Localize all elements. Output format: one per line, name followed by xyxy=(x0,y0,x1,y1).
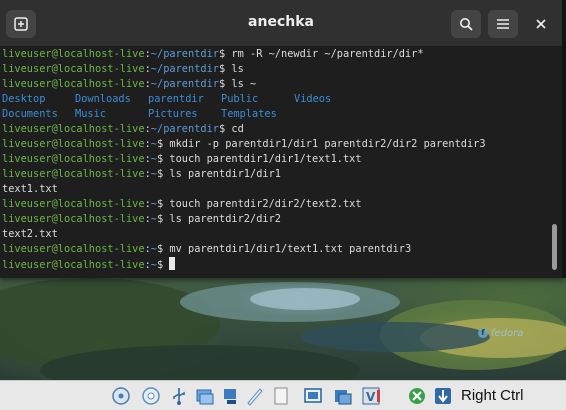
directory-entry: Desktop xyxy=(2,93,46,105)
search-icon xyxy=(460,18,473,31)
prompt-user: liveuser@localhost-live xyxy=(2,213,145,225)
directory-entry: Pictures xyxy=(148,108,198,120)
title-bar[interactable]: anechka xyxy=(0,0,562,47)
prompt-path: ~/parentdir xyxy=(150,123,219,135)
prompt-user: liveuser@localhost-live xyxy=(2,243,145,255)
terminal-window[interactable]: anechka liveuser@localhost-live:~/parent… xyxy=(0,0,566,278)
prompt-path: ~/parentdir xyxy=(150,48,219,60)
terminal-line: text2.txt xyxy=(2,227,552,242)
search-button[interactable] xyxy=(451,10,481,38)
terminal-line: liveuser@localhost-live:~$ ls parentdir2… xyxy=(2,213,281,225)
prompt-user: liveuser@localhost-live xyxy=(2,48,145,60)
prompt-path: ~/parentdir xyxy=(150,63,219,75)
prompt-user: liveuser@localhost-live xyxy=(2,153,145,165)
terminal-line: Desktop Downloads parentdir Public Videos xyxy=(2,92,552,107)
shared-folders-icon[interactable] xyxy=(194,386,216,406)
fedora-logo-text: fedora xyxy=(491,327,524,339)
fedora-logo: f fedora xyxy=(478,326,523,340)
close-icon xyxy=(536,19,546,29)
terminal-line: text1.txt xyxy=(2,182,552,197)
svg-text:V: V xyxy=(366,390,376,404)
directory-entry: Templates xyxy=(221,108,277,120)
terminal-line: liveuser@localhost-live:~/parentdir$ rm … xyxy=(2,48,424,60)
command-text: mkdir -p parentdir1/dir1 parentdir2/dir2… xyxy=(169,138,486,150)
directory-entry: Documents xyxy=(2,108,58,120)
command-output: text2.txt xyxy=(2,228,58,240)
prompt-path: ~/parentdir xyxy=(150,78,219,90)
mouse-integration-icon[interactable]: V xyxy=(360,386,382,406)
command-text: ls xyxy=(231,63,244,75)
prompt-user: liveuser@localhost-live xyxy=(2,123,145,135)
terminal-line: liveuser@localhost-live:~/parentdir$ ls … xyxy=(2,78,257,90)
command-text: ls ~ xyxy=(231,78,257,90)
hamburger-menu-icon xyxy=(497,19,509,29)
command-text: touch parentdir1/dir1/text1.txt xyxy=(169,153,362,165)
command-text: cd xyxy=(231,123,244,135)
close-button[interactable] xyxy=(526,10,556,38)
virtualization-icon[interactable] xyxy=(332,386,354,406)
command-output: text1.txt xyxy=(2,183,58,195)
prompt-user: liveuser@localhost-live xyxy=(2,63,145,75)
usb-icon[interactable] xyxy=(168,386,190,406)
hard-disk-icon[interactable] xyxy=(110,386,132,406)
directory-entry: Public xyxy=(221,93,259,105)
terminal-line: liveuser@localhost-live:~$ touch parentd… xyxy=(2,198,362,210)
directory-entry: Downloads xyxy=(75,93,131,105)
command-text: ls parentdir2/dir2 xyxy=(169,213,281,225)
directory-entry: parentdir xyxy=(148,93,204,105)
capture-icon[interactable] xyxy=(270,386,292,406)
command-text: ls parentdir1/dir1 xyxy=(169,168,281,180)
command-text: mv parentdir1/dir1/text1.txt parentdir3 xyxy=(169,243,412,255)
terminal-output[interactable]: liveuser@localhost-live:~/parentdir$ rm … xyxy=(2,47,552,277)
network-icon[interactable] xyxy=(220,386,242,406)
vm-status-bar: V Right Ctrl xyxy=(0,380,566,410)
terminal-line: liveuser@localhost-live:~/parentdir$ ls xyxy=(2,63,244,75)
prompt-user: liveuser@localhost-live xyxy=(2,138,145,150)
directory-entry: Music xyxy=(75,108,106,120)
terminal-line: liveuser@localhost-live:~$ touch parentd… xyxy=(2,153,362,165)
keyboard-capture-icon[interactable] xyxy=(406,386,428,406)
prompt-user: liveuser@localhost-live xyxy=(2,168,145,180)
recording-icon[interactable] xyxy=(302,386,324,406)
directory-entry: Videos xyxy=(294,93,332,105)
terminal-line: liveuser@localhost-live:~$ ls parentdir1… xyxy=(2,168,281,180)
terminal-line: liveuser@localhost-live:~$ xyxy=(2,257,552,272)
host-key-label: Right Ctrl xyxy=(461,387,524,404)
terminal-line: liveuser@localhost-live:~$ mv parentdir1… xyxy=(2,243,412,255)
prompt-user: liveuser@localhost-live xyxy=(2,259,145,271)
menu-button[interactable] xyxy=(488,10,518,38)
prompt-user: liveuser@localhost-live xyxy=(2,198,145,210)
terminal-line: Documents Music Pictures Templates xyxy=(2,107,552,122)
host-key-arrow-icon[interactable] xyxy=(432,386,454,406)
display-icon[interactable] xyxy=(244,386,266,406)
fedora-mark-icon: f xyxy=(478,328,488,338)
prompt-user: liveuser@localhost-live xyxy=(2,78,145,90)
command-text: touch parentdir2/dir2/text2.txt xyxy=(169,198,362,210)
terminal-line: liveuser@localhost-live:~/parentdir$ cd xyxy=(2,123,244,135)
command-text: rm -R ~/newdir ~/parentdir/dir* xyxy=(231,48,424,60)
text-cursor xyxy=(169,257,176,270)
optical-drive-icon[interactable] xyxy=(140,386,162,406)
terminal-scrollbar[interactable] xyxy=(552,224,557,270)
terminal-line: liveuser@localhost-live:~$ mkdir -p pare… xyxy=(2,138,486,150)
